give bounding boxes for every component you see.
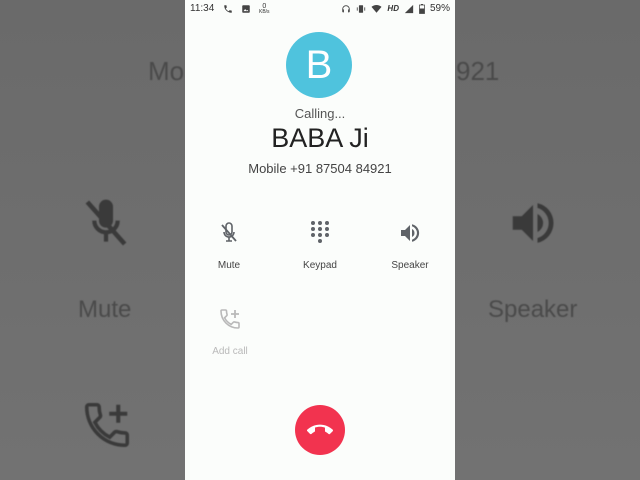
- status-bar: 11:34 0 KB/s HD 59%: [185, 0, 455, 18]
- network-speed-unit: KB/s: [259, 9, 270, 15]
- battery-percentage: 59%: [429, 3, 450, 14]
- bg-speaker-icon: [512, 203, 554, 243]
- mute-label: Mute: [217, 260, 241, 271]
- bg-mic-off-icon: [85, 199, 127, 246]
- status-system-icons: HD 59%: [341, 3, 450, 14]
- keypad-button[interactable]: Keypad: [280, 220, 360, 271]
- end-call-icon: [307, 424, 333, 435]
- keypad-label: Keypad: [303, 260, 337, 271]
- mute-button[interactable]: Mute: [189, 220, 269, 271]
- bg-number-fragment-left: Mo: [148, 56, 185, 86]
- wifi-icon: [371, 4, 382, 13]
- add-call-button[interactable]: Add call: [190, 306, 270, 357]
- call-status: Calling...: [294, 106, 346, 121]
- contact-number: Mobile +91 87504 84921: [248, 161, 392, 176]
- phone-screen: 11:34 0 KB/s HD 59% B Calling... BABA Ji…: [185, 0, 455, 480]
- end-call-button[interactable]: [295, 405, 345, 455]
- bg-mute-label: Mute: [78, 296, 132, 323]
- add-call-label: Add call: [212, 346, 248, 357]
- signal-icon: [404, 4, 414, 13]
- image-notification-icon: [242, 5, 250, 13]
- dialpad-icon: [311, 221, 329, 243]
- status-notification-icons: 0 KB/s: [223, 3, 270, 15]
- bg-add-call-icon: [84, 402, 130, 448]
- add-call-icon: [220, 309, 240, 329]
- headset-icon: [342, 4, 351, 12]
- vibrate-icon: [357, 4, 366, 13]
- bg-number-fragment-right: 921: [456, 56, 500, 86]
- speaker-button[interactable]: Speaker: [370, 220, 450, 271]
- contact-name: BABA Ji: [271, 123, 369, 153]
- network-type: HD: [387, 4, 399, 13]
- network-speed: 0 KB/s: [259, 3, 270, 15]
- phone-notification-icon: [224, 5, 232, 13]
- avatar-initial: B: [305, 42, 333, 87]
- speaker-label: Speaker: [391, 260, 429, 271]
- mic-off-icon: [221, 222, 237, 242]
- status-time: 11:34: [190, 3, 215, 14]
- bg-speaker-label: Speaker: [488, 296, 578, 323]
- contact-avatar: B: [286, 32, 352, 98]
- speaker-icon: [401, 224, 420, 242]
- battery-icon: [419, 3, 425, 14]
